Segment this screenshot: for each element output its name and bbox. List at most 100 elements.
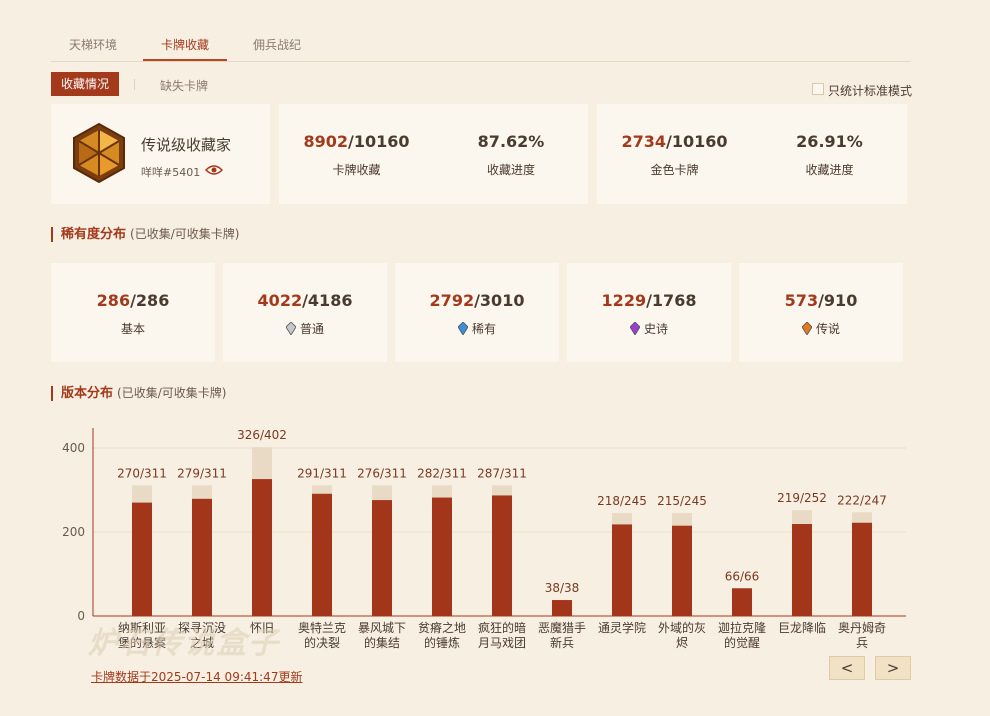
eye-icon[interactable] [205,164,223,176]
bar-owned [672,525,692,616]
collection-total: /10160 [348,132,410,151]
bar-owned [192,498,212,616]
bar-data-label: 287/311 [477,466,527,480]
rarity-card: 286/286 基本 [51,263,215,362]
subtab-collection-status[interactable]: 收藏情况 [51,72,119,96]
bar-data-label: 282/311 [417,466,467,480]
collection-owned: 8902 [303,132,348,151]
subtab-missing-cards[interactable]: 缺失卡牌 [160,77,208,94]
rarity-gem-icon [801,322,812,335]
expansion-section-title: 版本分布 (已收集/可收集卡牌) [51,386,226,401]
rarity-title-text: 稀有度分布 [61,227,127,242]
collection-progress: 87.62% 收藏进度 [434,132,588,178]
collection-card: 8902/10160 卡牌收藏 87.62% 收藏进度 [279,104,588,204]
legendary-collector-icon [73,122,125,184]
rarity-owned: 1229 [601,291,647,310]
x-tick-label: 的集结 [364,635,400,650]
x-tick-label: 贫瘠之地 [418,620,466,635]
x-tick-label: 暴风城下 [358,621,406,635]
rarity-card: 1229/1768 史诗 [567,263,731,362]
golden-owned: 2734 [621,132,666,151]
x-tick-label: 奥特兰克 [298,620,346,635]
x-tick-label: 通灵学院 [598,620,646,635]
rarity-card: 573/910 传说 [739,263,903,362]
bar-data-label: 291/311 [297,466,347,480]
bar-data-label: 279/311 [177,466,227,480]
bar-data-label: 38/38 [545,581,580,595]
rarity-stat: 286/286 基本 [51,291,215,337]
rarity-gem-icon [629,322,640,335]
bar-data-label: 276/311 [357,466,407,480]
bar-data-label: 66/66 [725,569,760,583]
profile-card: 传说级收藏家 咩咩#5401 [51,104,270,204]
rarity-label: 传说 [815,322,840,336]
y-tick-label: 200 [62,525,85,539]
golden-card: 2734/10160 金色卡牌 26.91% 收藏进度 [597,104,907,204]
x-tick-label: 奥丹姆奇 [838,621,886,635]
standard-mode-checkbox[interactable] [812,83,824,95]
bar-owned [252,479,272,616]
chart-next-button[interactable]: > [875,656,911,680]
x-tick-label: 的决裂 [304,635,340,650]
golden-count: 2734/10160 金色卡牌 [597,132,752,178]
x-tick-label: 烬 [676,636,688,650]
rarity-section-title: 稀有度分布 (已收集/可收集卡牌) [51,227,239,242]
golden-total: /10160 [666,132,728,151]
bar-owned [552,600,572,616]
bar-data-label: 270/311 [117,466,167,480]
golden-label: 金色卡牌 [650,163,699,177]
profile-title: 传说级收藏家 [141,136,232,154]
rarity-total: /3010 [474,291,525,310]
main-tabs: 天梯环境 卡牌收藏 佣兵战纪 [51,28,911,62]
golden-progress: 26.91% 收藏进度 [752,132,907,178]
x-tick-label: 恶魔猎手 [538,620,586,635]
tab-mercenaries[interactable]: 佣兵战纪 [253,36,301,53]
bar-owned [372,500,392,616]
golden-percent: 26.91% [796,132,863,151]
y-tick-label: 400 [62,441,85,455]
bar-data-label: 219/252 [777,491,827,505]
expansion-subtitle: (已收集/可收集卡牌) [117,386,227,400]
rarity-card: 2792/3010 稀有 [395,263,559,362]
bar-data-label: 222/247 [837,493,887,507]
standard-mode-label[interactable]: 只统计标准模式 [828,82,912,99]
rarity-total: /1768 [646,291,697,310]
rarity-card: 4022/4186 普通 [223,263,387,362]
x-tick-label: 外域的灰 [658,620,706,635]
rarity-total: /910 [818,291,858,310]
watermark: 炉石传说盒子 [88,626,280,661]
golden-progress-label: 收藏进度 [805,163,854,177]
rarity-label: 基本 [120,322,145,336]
bar-owned [792,524,812,616]
tab-ladder[interactable]: 天梯环境 [69,36,117,53]
rarity-stat: 2792/3010 稀有 [395,291,559,337]
rarity-subtitle: (已收集/可收集卡牌) [130,227,240,241]
update-timestamp-link[interactable]: 卡牌数据于2025-07-14 09:41:47更新 [91,668,302,685]
x-tick-label: 疯狂的暗 [478,620,526,635]
bar-owned [612,524,632,616]
x-tick-label: 兵 [856,636,868,650]
expansion-title-text: 版本分布 [61,386,114,401]
bar-owned [132,502,152,616]
profile-battletag: 咩咩#5401 [141,166,201,179]
tab-collection[interactable]: 卡牌收藏 [161,36,209,53]
collection-label: 卡牌收藏 [332,163,381,177]
rarity-label: 稀有 [471,322,496,336]
collection-progress-label: 收藏进度 [486,163,535,177]
rarity-total: /4186 [302,291,353,310]
bar-data-label: 326/402 [237,428,287,442]
rarity-owned: 2792 [429,291,475,310]
active-tab-indicator [143,59,227,61]
bar-owned [432,497,452,616]
bar-owned [492,495,512,616]
chart-prev-button[interactable]: < [829,656,865,680]
rarity-gem-icon [457,322,468,335]
rarity-owned: 286 [96,291,131,310]
rarity-stat: 573/910 传说 [739,291,903,337]
x-tick-label: 巨龙降临 [778,621,826,635]
subtab-divider [134,79,135,90]
x-tick-label: 迦拉克隆 [718,620,766,635]
x-tick-label: 月马戏团 [478,636,526,650]
x-tick-label: 新兵 [550,635,574,650]
collection-percent: 87.62% [477,132,545,151]
